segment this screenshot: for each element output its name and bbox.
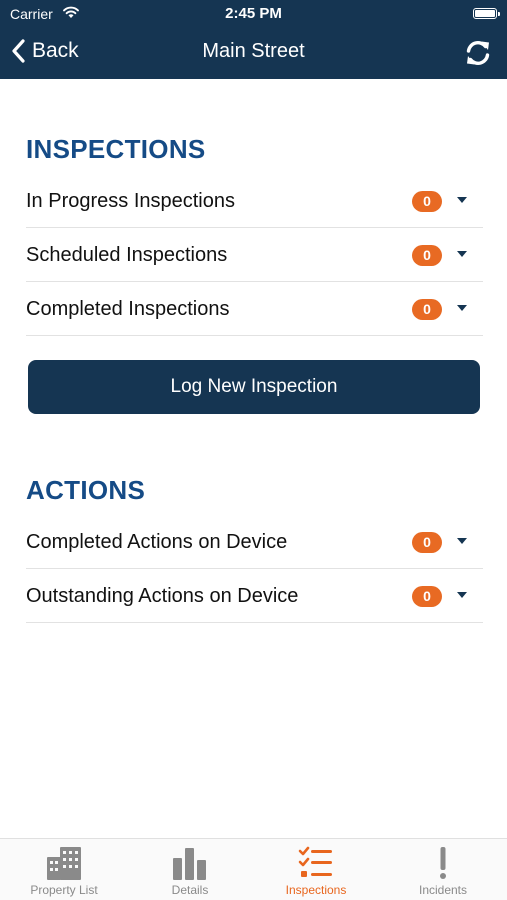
- scheduled-inspections-row[interactable]: Scheduled Inspections 0: [26, 228, 483, 282]
- count-badge: 0: [412, 191, 442, 212]
- caret-down-icon[interactable]: [457, 305, 467, 311]
- outstanding-actions-row[interactable]: Outstanding Actions on Device 0: [26, 569, 483, 623]
- row-label: In Progress Inspections: [26, 190, 235, 212]
- tab-bar: Property List Details Inspections Incide…: [0, 838, 507, 900]
- tab-inspections[interactable]: Inspections: [253, 839, 379, 900]
- caret-down-icon[interactable]: [457, 592, 467, 598]
- log-new-inspection-button[interactable]: Log New Inspection: [28, 360, 480, 414]
- count-badge: 0: [412, 299, 442, 320]
- tab-details[interactable]: Details: [127, 839, 253, 900]
- caret-down-icon[interactable]: [457, 538, 467, 544]
- nav-bar: Back Main Street: [0, 26, 507, 79]
- tab-property-list[interactable]: Property List: [1, 839, 127, 900]
- count-badge: 0: [412, 245, 442, 266]
- tab-label: Property List: [30, 883, 98, 897]
- completed-inspections-row[interactable]: Completed Inspections 0: [26, 282, 483, 336]
- completed-actions-row[interactable]: Completed Actions on Device 0: [26, 515, 483, 569]
- tab-incidents[interactable]: Incidents: [380, 839, 506, 900]
- tab-label: Incidents: [418, 883, 468, 897]
- row-label: Completed Actions on Device: [26, 531, 288, 553]
- count-badge: 0: [412, 532, 442, 553]
- tab-label: Inspections: [285, 883, 347, 897]
- tab-label: Details: [171, 883, 209, 897]
- row-label: Outstanding Actions on Device: [26, 585, 299, 607]
- building-icon: [47, 847, 81, 880]
- count-badge: 0: [412, 586, 442, 607]
- in-progress-inspections-row[interactable]: In Progress Inspections 0: [26, 174, 483, 228]
- battery-icon: [473, 8, 500, 19]
- bar-chart-icon: [173, 848, 206, 880]
- exclamation-icon: [440, 847, 446, 879]
- caret-down-icon[interactable]: [457, 197, 467, 203]
- inspections-heading: INSPECTIONS: [26, 134, 206, 164]
- actions-heading: ACTIONS: [26, 475, 146, 505]
- refresh-icon[interactable]: [462, 37, 494, 69]
- caret-down-icon[interactable]: [457, 251, 467, 257]
- app-header: Carrier 2:45 PM Back Main Street: [0, 0, 507, 79]
- row-label: Scheduled Inspections: [26, 244, 228, 266]
- row-label: Completed Inspections: [26, 298, 230, 320]
- status-time: 2:45 PM: [225, 5, 282, 22]
- checklist-icon: [298, 846, 332, 877]
- page-title: Main Street: [202, 40, 305, 62]
- status-bar: Carrier 2:45 PM: [0, 0, 507, 26]
